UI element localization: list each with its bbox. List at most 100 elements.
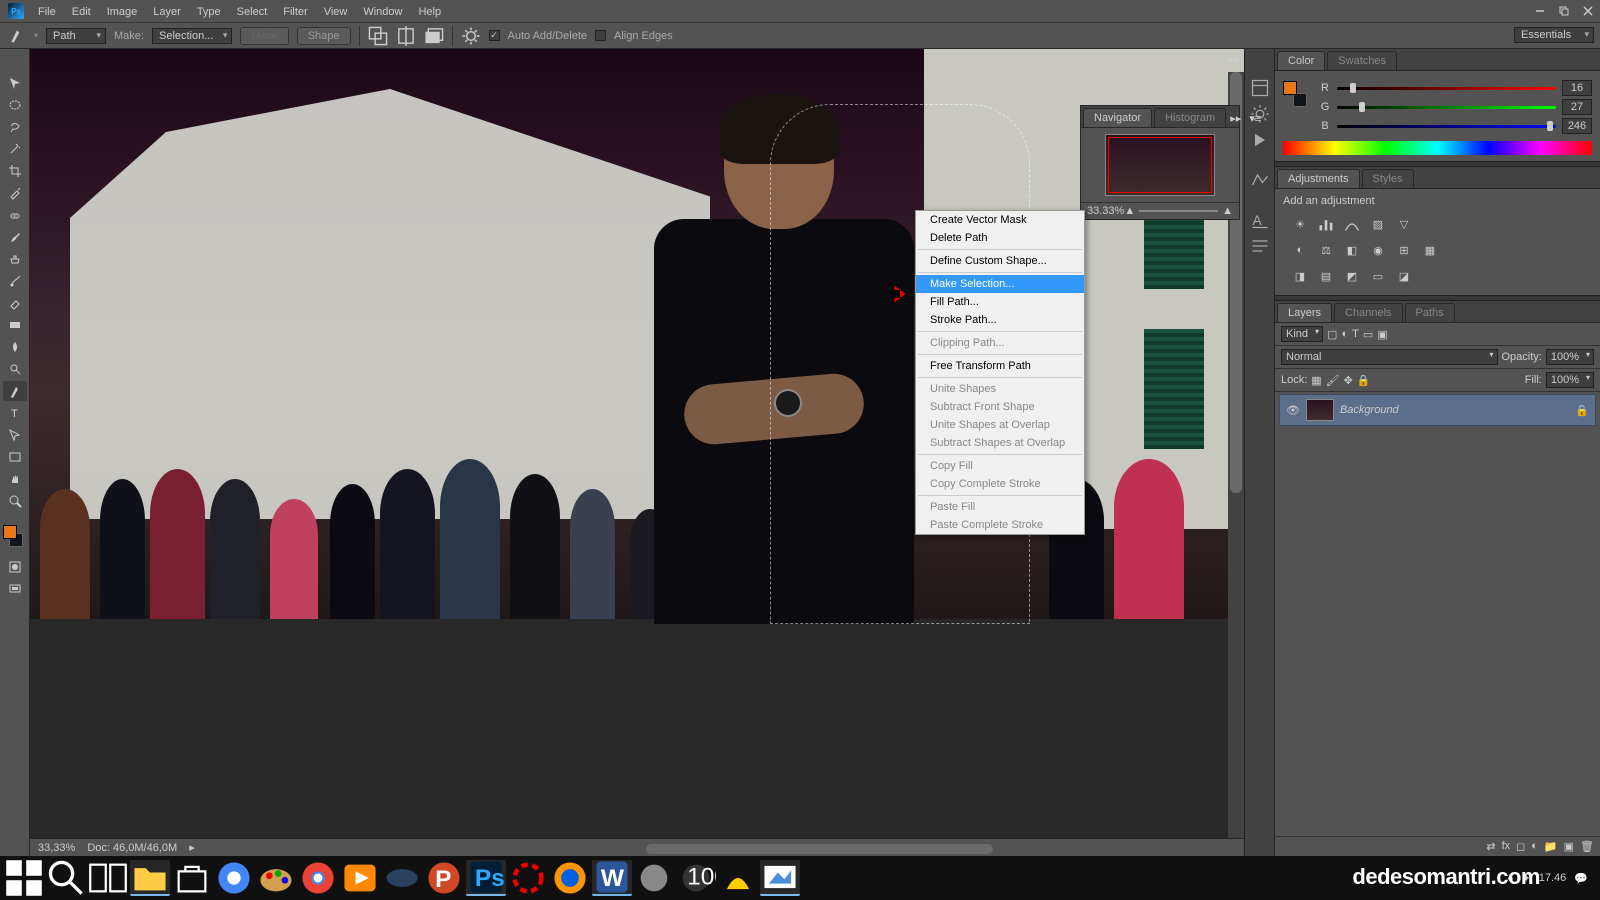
context-menu-item[interactable]: Subtract Shapes at Overlap <box>916 434 1084 452</box>
layer-style-icon[interactable]: fx <box>1502 840 1511 853</box>
taskbar-clock[interactable]: 17.46 <box>1539 873 1567 884</box>
layer-name[interactable]: Background <box>1340 404 1569 416</box>
healing-brush-tool[interactable] <box>3 205 27 225</box>
tab-histogram[interactable]: Histogram <box>1154 108 1226 127</box>
menu-edit[interactable]: Edit <box>64 3 99 21</box>
hand-tool[interactable] <box>3 469 27 489</box>
lock-all-icon[interactable]: 🔒 <box>1357 374 1371 387</box>
file-explorer-taskbar-icon[interactable] <box>130 860 170 896</box>
photos-taskbar-icon[interactable] <box>760 860 800 896</box>
align-edges-checkbox[interactable] <box>595 30 606 41</box>
menu-window[interactable]: Window <box>355 3 410 21</box>
panel-menu-icon[interactable]: ▾≡ <box>1245 110 1265 127</box>
minimize-button[interactable] <box>1528 2 1552 20</box>
fill-dropdown[interactable]: 100% <box>1546 372 1594 388</box>
path-selection-tool[interactable] <box>3 425 27 445</box>
paint-taskbar-icon[interactable] <box>256 860 296 896</box>
status-zoom[interactable]: 33,33% <box>38 842 75 854</box>
r-slider[interactable] <box>1337 83 1556 93</box>
app-taskbar-icon-4[interactable]: 100 <box>676 860 716 896</box>
firefox-taskbar-icon[interactable] <box>550 860 590 896</box>
r-value[interactable]: 16 <box>1562 80 1592 96</box>
menu-help[interactable]: Help <box>410 3 449 21</box>
lock-transparency-icon[interactable]: ▦ <box>1311 374 1321 387</box>
brush-tool[interactable] <box>3 227 27 247</box>
history-panel-icon[interactable] <box>1250 79 1270 97</box>
filter-shape-icon[interactable]: ▭ <box>1363 328 1373 341</box>
screen-mode-tool[interactable] <box>3 579 27 599</box>
new-fill-adjustment-icon[interactable]: ◐ <box>1531 840 1538 853</box>
path-mode-dropdown[interactable]: Path <box>46 28 106 44</box>
visibility-icon[interactable]: 👁 <box>1286 404 1300 417</box>
character-panel-icon[interactable]: A <box>1250 211 1270 229</box>
search-button[interactable] <box>46 860 86 896</box>
type-tool[interactable]: T <box>3 403 27 423</box>
properties-panel-icon[interactable] <box>1250 171 1270 189</box>
navigator-zoom-value[interactable]: 33.33% <box>1087 205 1124 217</box>
photoshop-taskbar-icon[interactable]: Ps <box>466 860 506 896</box>
levels-icon[interactable] <box>1317 215 1335 233</box>
path-operations-icon[interactable] <box>368 26 388 46</box>
actions-panel-icon[interactable] <box>1250 131 1270 149</box>
clone-stamp-tool[interactable] <box>3 249 27 269</box>
g-value[interactable]: 27 <box>1562 99 1592 115</box>
menu-select[interactable]: Select <box>229 3 276 21</box>
delete-layer-icon[interactable]: 🗑 <box>1580 840 1594 853</box>
workspace-switcher[interactable]: Essentials <box>1514 27 1594 43</box>
shape-button[interactable]: Shape <box>297 27 351 45</box>
lasso-tool[interactable] <box>3 117 27 137</box>
magic-wand-tool[interactable] <box>3 139 27 159</box>
context-menu-item[interactable]: Stroke Path... <box>916 311 1084 329</box>
current-tool-icon[interactable] <box>8 27 26 45</box>
tab-layers[interactable]: Layers <box>1277 303 1332 322</box>
layer-filter-kind[interactable]: Kind <box>1281 326 1323 342</box>
chrome-canary-taskbar-icon[interactable] <box>214 860 254 896</box>
layer-row-background[interactable]: 👁 Background 🔒 <box>1279 394 1596 426</box>
gear-icon[interactable] <box>461 26 481 46</box>
filter-type-icon[interactable]: T <box>1352 328 1359 340</box>
rectangle-tool[interactable] <box>3 447 27 467</box>
path-arrangement-icon[interactable] <box>424 26 444 46</box>
zoom-tool[interactable] <box>3 491 27 511</box>
menu-filter[interactable]: Filter <box>275 3 315 21</box>
panel-dock-collapse-icon[interactable]: ◂◂ <box>1224 52 1240 66</box>
blur-tool[interactable] <box>3 337 27 357</box>
opacity-dropdown[interactable]: 100% <box>1546 349 1594 365</box>
color-balance-icon[interactable]: ⚖ <box>1317 241 1335 259</box>
menu-image[interactable]: Image <box>99 3 146 21</box>
color-lookup-icon[interactable]: ▦ <box>1421 241 1439 259</box>
tab-navigator[interactable]: Navigator <box>1083 108 1152 127</box>
invert-icon[interactable]: ◨ <box>1291 267 1309 285</box>
tab-channels[interactable]: Channels <box>1334 303 1402 322</box>
context-menu-item[interactable]: Clipping Path... <box>916 334 1084 352</box>
crop-tool[interactable] <box>3 161 27 181</box>
mask-button[interactable]: Mask <box>240 27 288 45</box>
g-slider[interactable] <box>1337 102 1556 112</box>
start-button[interactable] <box>4 860 44 896</box>
context-menu-item[interactable]: Subtract Front Shape <box>916 398 1084 416</box>
store-taskbar-icon[interactable] <box>172 860 212 896</box>
eyedropper-tool[interactable] <box>3 183 27 203</box>
menu-layer[interactable]: Layer <box>145 3 189 21</box>
color-spectrum[interactable] <box>1283 141 1592 155</box>
link-layers-icon[interactable]: ⇄ <box>1486 840 1495 853</box>
layer-mask-icon[interactable]: ◻ <box>1516 840 1525 853</box>
b-slider[interactable] <box>1337 121 1556 131</box>
notifications-icon[interactable]: 💬 <box>1574 872 1588 885</box>
tab-color[interactable]: Color <box>1277 51 1325 70</box>
status-arrow-icon[interactable]: ▸ <box>189 841 195 854</box>
color-swatches[interactable] <box>3 525 27 549</box>
context-menu-item[interactable]: Paste Complete Stroke <box>916 516 1084 534</box>
context-menu-item[interactable]: Fill Path... <box>916 293 1084 311</box>
black-white-icon[interactable]: ◧ <box>1343 241 1361 259</box>
make-dropdown[interactable]: Selection... <box>152 28 232 44</box>
filter-smart-icon[interactable]: ▣ <box>1377 328 1387 341</box>
close-button[interactable] <box>1576 2 1600 20</box>
pen-tool[interactable] <box>3 381 27 401</box>
zoom-in-icon[interactable]: ▲ <box>1222 205 1233 217</box>
brightness-contrast-icon[interactable]: ☀ <box>1291 215 1309 233</box>
context-menu-item[interactable]: Copy Fill <box>916 457 1084 475</box>
foreground-color-swatch[interactable] <box>3 525 17 539</box>
context-menu-item[interactable]: Unite Shapes <box>916 380 1084 398</box>
maximize-button[interactable] <box>1552 2 1576 20</box>
